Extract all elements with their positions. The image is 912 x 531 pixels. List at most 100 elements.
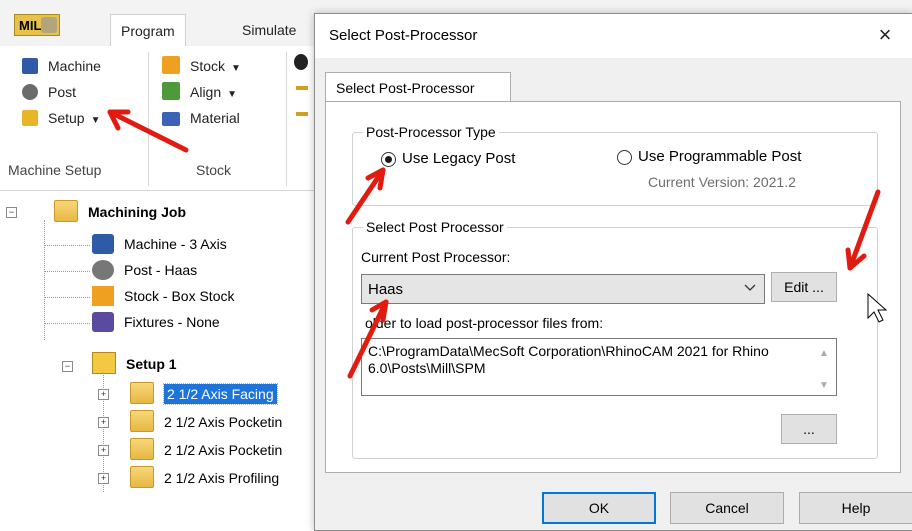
tree-line [44,323,90,324]
expand-icon[interactable]: + [98,473,109,484]
tree-item-fixtures[interactable]: Fixtures - None [92,310,220,334]
folder-scrollbar[interactable]: ▲ ▼ [814,339,836,395]
setup-icon [22,110,38,126]
post-icon [92,260,114,280]
align-icon [162,82,180,100]
post-label: Post [48,84,77,100]
tree-item-label: Post - Haas [124,262,198,278]
select-post-group-label: Select Post Processor [363,219,507,235]
tree-item-label: Machine - 3 Axis [124,236,227,252]
dialog-titlebar: Select Post-Processor × [315,14,912,58]
machine-setup-group-label: Machine Setup [8,162,102,178]
fixtures-icon [92,312,114,332]
edit-button[interactable]: Edit ... [771,272,837,302]
programmable-post-radio[interactable] [617,150,632,165]
tab-simulate[interactable]: Simulate [232,14,306,46]
machining-job-tree: − Machining Job Machine - 3 Axis Post - … [0,196,330,529]
cancel-button[interactable]: Cancel [670,492,784,524]
folder-label: older to load post-processor files from: [365,315,604,331]
folder-path-field[interactable]: C:\ProgramData\MecSoft Corporation\Rhino… [361,338,837,396]
stock-icon [92,286,114,306]
tool-icon[interactable] [294,54,308,70]
expand-icon[interactable]: + [98,417,109,428]
material-icon [162,112,180,126]
setup-icon [92,352,116,374]
post-type-group: Post-Processor Type Use Legacy Post Use … [352,124,878,206]
dialog-title: Select Post-Processor [329,27,478,44]
browse-button[interactable]: ... [781,414,837,444]
material-label: Material [190,110,240,126]
folder-icon [130,382,154,404]
tab-program[interactable]: Program [110,14,186,48]
align-button[interactable]: Align ▼ [162,80,237,104]
collapse-icon[interactable]: − [6,207,17,218]
stock-icon [162,56,180,74]
folder-path-text: C:\ProgramData\MecSoft Corporation\Rhino… [368,343,769,376]
tree-op-facing[interactable]: 2 1/2 Axis Facing [130,382,278,406]
legacy-post-radio[interactable] [381,152,396,167]
mill-icon [41,17,57,33]
tree-item-label: Fixtures - None [124,314,220,330]
expand-icon[interactable]: + [98,389,109,400]
expand-icon[interactable]: + [98,445,109,456]
setup-dropdown-icon: ▼ [90,115,101,126]
tree-op-label: 2 1/2 Axis Facing [163,383,278,405]
align-label: Align [190,84,222,100]
tree-line [44,271,90,272]
tree-line [44,297,90,298]
tree-setup-label: Setup 1 [126,356,177,372]
tab-select-post-processor[interactable]: Select Post-Processor [325,72,511,102]
setup-label: Setup [48,110,85,126]
collapse-icon[interactable]: − [62,361,73,372]
machine-icon [92,234,114,254]
tree-root-label: Machining Job [88,204,186,220]
tree-item-machine[interactable]: Machine - 3 Axis [92,232,227,256]
align-dropdown-icon: ▼ [227,89,238,100]
tree-setup[interactable]: Setup 1 [92,352,177,376]
material-button[interactable]: Material [162,106,240,130]
dialog-panel: Post-Processor Type Use Legacy Post Use … [325,101,901,473]
folder-icon [54,200,78,222]
machine-button[interactable]: Machine [22,54,101,78]
chevron-down-icon [744,279,756,298]
post-type-group-label: Post-Processor Type [363,124,499,140]
tree-op-pocketing[interactable]: 2 1/2 Axis Pocketin [130,410,282,434]
current-post-label: Current Post Processor: [361,249,511,265]
tree-item-label: Stock - Box Stock [124,288,235,304]
help-button[interactable]: Help [799,492,912,524]
tree-line [44,220,45,340]
tree-op-profiling[interactable]: 2 1/2 Axis Profiling [130,466,279,490]
machine-icon [22,58,38,74]
scroll-up-icon[interactable]: ▲ [819,345,829,362]
select-post-processor-dialog: Select Post-Processor × Select Post-Proc… [314,13,912,531]
folder-icon [130,466,154,488]
select-post-group: Select Post Processor Current Post Proce… [352,219,878,459]
current-post-value: Haas [368,281,404,298]
setup-button[interactable]: Setup ▼ [22,106,101,130]
close-icon[interactable]: × [873,22,897,48]
folder-icon [130,438,154,460]
stock-dropdown-icon: ▼ [231,63,241,74]
mill-badge[interactable]: MILL [14,14,60,36]
ok-button[interactable]: OK [542,492,656,524]
tree-item-stock[interactable]: Stock - Box Stock [92,284,234,308]
legacy-post-label[interactable]: Use Legacy Post [402,150,515,167]
stock-button[interactable]: Stock ▼ [162,54,241,78]
tree-line [44,245,90,246]
scroll-down-icon[interactable]: ▼ [819,377,829,394]
tool-icon-3[interactable] [296,112,308,116]
tree-op-label: 2 1/2 Axis Profiling [164,470,280,486]
tool-icon-2[interactable] [296,86,308,90]
current-post-select[interactable]: Haas [361,274,765,304]
stock-label: Stock [190,58,226,74]
post-icon [22,84,38,100]
post-button[interactable]: Post [22,80,76,104]
current-version: Current Version: 2021.2 [648,174,796,190]
programmable-post-label[interactable]: Use Programmable Post [638,148,801,165]
ribbon-separator-2 [286,52,287,186]
tree-op-pocketing-2[interactable]: 2 1/2 Axis Pocketin [130,438,282,462]
tree-root[interactable]: Machining Job [54,200,186,224]
tree-item-post[interactable]: Post - Haas [92,258,197,282]
folder-icon [130,410,154,432]
tree-op-label: 2 1/2 Axis Pocketin [164,442,283,458]
